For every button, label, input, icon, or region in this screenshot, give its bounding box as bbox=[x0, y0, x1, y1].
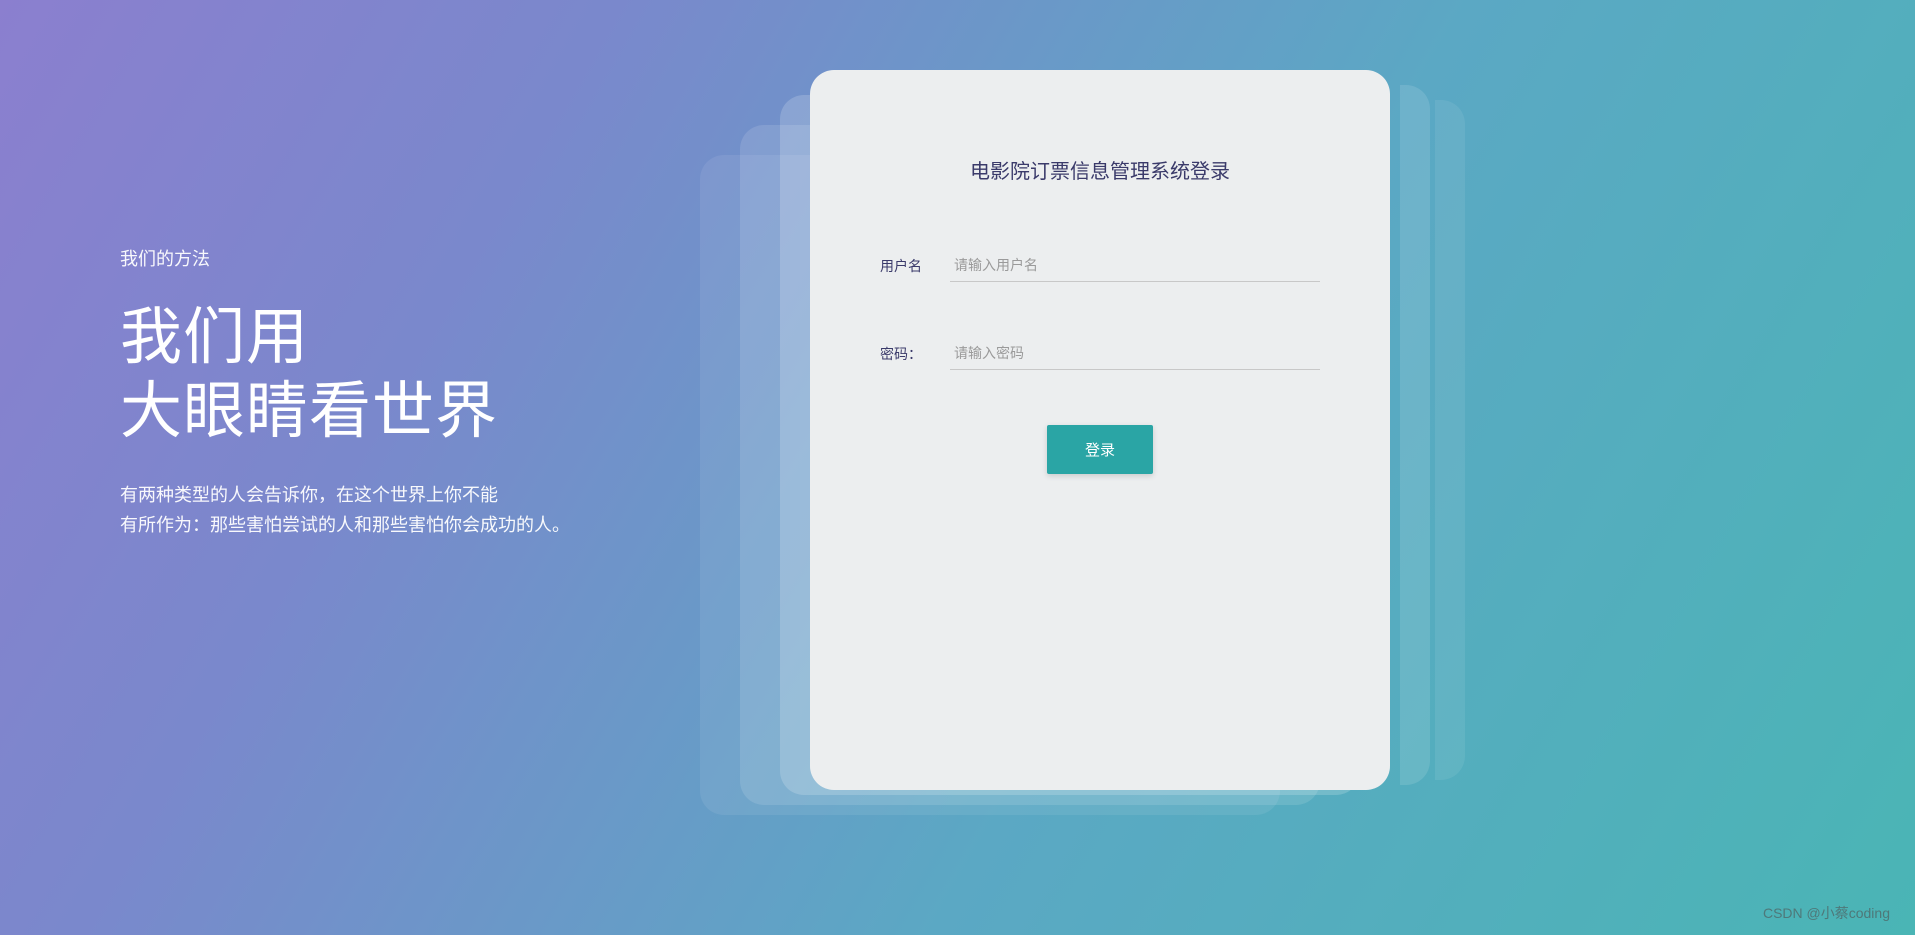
login-card-stack: 电影院订票信息管理系统登录 用户名 密码： 登录 bbox=[755, 70, 1335, 770]
card-layer-right-2 bbox=[1435, 100, 1465, 780]
password-row: 密码： bbox=[880, 337, 1320, 370]
headline-line-2: 大眼睛看世界 bbox=[120, 375, 570, 449]
hero-section: 我们的方法 我们用 大眼睛看世界 有两种类型的人会告诉你，在这个世界上你不能 有… bbox=[120, 245, 570, 541]
username-label: 用户名 bbox=[880, 256, 950, 276]
card-layer-right-1 bbox=[1400, 85, 1430, 785]
password-label: 密码： bbox=[880, 344, 950, 364]
subtext-line-1: 有两种类型的人会告诉你，在这个世界上你不能 bbox=[120, 480, 570, 511]
headline-line-1: 我们用 bbox=[120, 301, 570, 375]
subtext-line-2: 有所作为：那些害怕尝试的人和那些害怕你会成功的人。 bbox=[120, 510, 570, 541]
login-button[interactable]: 登录 bbox=[1047, 425, 1153, 474]
hero-subtext: 有两种类型的人会告诉你，在这个世界上你不能 有所作为：那些害怕尝试的人和那些害怕… bbox=[120, 480, 570, 541]
watermark-text: CSDN @小蔡coding bbox=[1763, 903, 1890, 923]
login-title: 电影院订票信息管理系统登录 bbox=[880, 155, 1320, 184]
hero-headline: 我们用 大眼睛看世界 bbox=[120, 301, 570, 450]
password-input[interactable] bbox=[950, 337, 1320, 370]
submit-row: 登录 bbox=[880, 425, 1320, 474]
login-card: 电影院订票信息管理系统登录 用户名 密码： 登录 bbox=[810, 70, 1390, 790]
username-input[interactable] bbox=[950, 249, 1320, 282]
hero-caption: 我们的方法 bbox=[120, 245, 570, 271]
username-row: 用户名 bbox=[880, 249, 1320, 282]
